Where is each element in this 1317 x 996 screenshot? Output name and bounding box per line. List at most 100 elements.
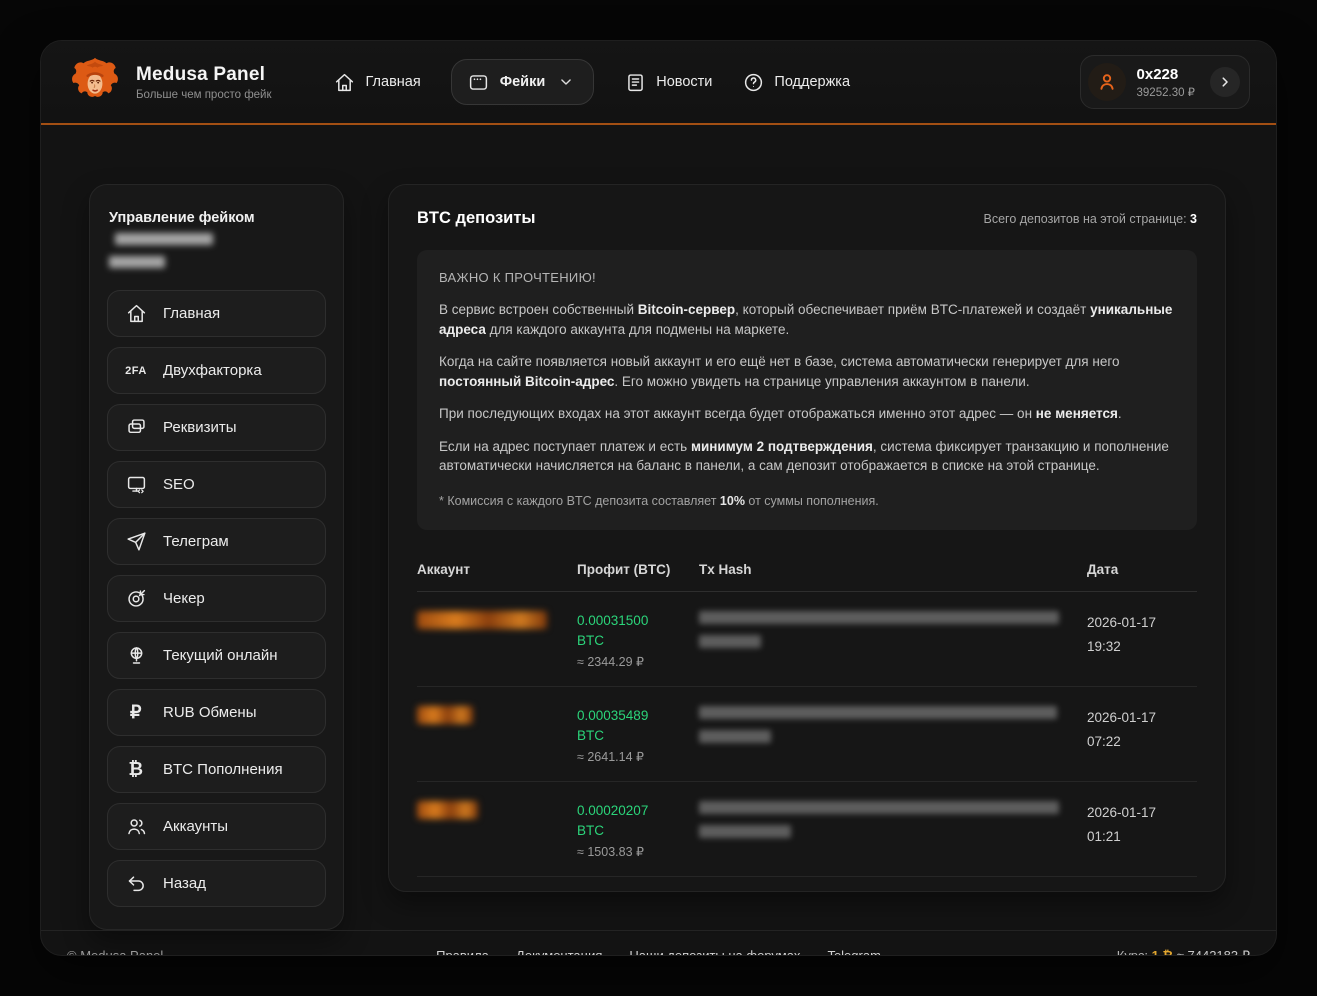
col-date: Дата xyxy=(1087,562,1197,577)
window-icon xyxy=(468,71,490,93)
sidebar-item-requisites[interactable]: Реквизиты xyxy=(107,404,326,451)
notice-paragraph: При последующих входах на этот аккаунт в… xyxy=(439,404,1175,424)
txhash-redacted xyxy=(699,730,771,743)
rate-btc: 1 ₿ xyxy=(1152,948,1173,956)
date-cell: 2026-01-1701:21 xyxy=(1087,801,1197,849)
sidebar-item-label: Текущий онлайн xyxy=(163,647,278,664)
rate-rub: 7442183 ₽ xyxy=(1188,948,1251,956)
deposit-time: 01:21 xyxy=(1087,825,1197,849)
sidebar-item-telegram[interactable]: Телеграм xyxy=(107,518,326,565)
notice-heading: ВАЖНО К ПРОЧТЕНИЮ! xyxy=(439,270,1175,285)
sidebar-item-checker[interactable]: Чекер xyxy=(107,575,326,622)
sidebar: Управление фейком Главная 2FAДвухфакторка… xyxy=(89,184,344,930)
table-row[interactable]: 0.00031500BTC≈ 2344.29 ₽ 2026-01-1719:32 xyxy=(417,592,1197,687)
user-id: 0x228 xyxy=(1137,66,1195,83)
sidebar-item-label: Чекер xyxy=(163,590,205,607)
nav-home-label: Главная xyxy=(366,74,421,90)
profit-btc-value: 0.00031500 xyxy=(577,611,699,631)
sidebar-item-accounts[interactable]: Аккаунты xyxy=(107,803,326,850)
nav-home[interactable]: Главная xyxy=(334,71,421,93)
profit-btc-value: 0.00020207 xyxy=(577,801,699,821)
footer-link-2[interactable]: Наши депозиты на форумах xyxy=(629,948,800,956)
profit-rub-approx: ≈ 1503.83 ₽ xyxy=(577,844,699,859)
deposits-total-value: 3 xyxy=(1190,212,1197,226)
app-title: Medusa Panel xyxy=(136,64,272,86)
col-account: Аккаунт xyxy=(417,562,577,577)
profit-btc-unit: BTC xyxy=(577,726,699,746)
nav-news[interactable]: Новости xyxy=(624,71,712,93)
sidebar-item-label: Аккаунты xyxy=(163,818,228,835)
sidebar-title-redacted xyxy=(115,233,213,245)
profit-cell: 0.00031500BTC≈ 2344.29 ₽ xyxy=(577,611,699,669)
btc-deposits-card: BTC депозиты Всего депозитов на этой стр… xyxy=(388,184,1226,892)
col-txhash: Tx Hash xyxy=(699,562,1087,577)
people-icon xyxy=(124,815,148,839)
sidebar-item-rub-exchanges[interactable]: ₽RUB Обмены xyxy=(107,689,326,736)
sidebar-item-label: Телеграм xyxy=(163,533,229,550)
sidebar-item-2fa[interactable]: 2FAДвухфакторка xyxy=(107,347,326,394)
footer-link-3[interactable]: Telegram xyxy=(827,948,880,956)
sidebar-item-label: SEO xyxy=(163,476,195,493)
paper-plane-icon xyxy=(124,530,148,554)
footer-link-1[interactable]: Документация xyxy=(516,948,603,956)
profit-btc-unit: BTC xyxy=(577,821,699,841)
table-row[interactable]: 0.00035489BTC≈ 2641.14 ₽2026-01-1707:22 xyxy=(417,687,1197,782)
nav-support[interactable]: Поддержка xyxy=(742,71,850,93)
deposit-time: 19:32 xyxy=(1087,635,1197,659)
exchange-rate: Курс: 1 ₿ ≈ 7442183 ₽ xyxy=(881,948,1250,956)
sidebar-item-home[interactable]: Главная xyxy=(107,290,326,337)
deposit-date: 2026-01-17 xyxy=(1087,611,1197,635)
txhash-cell xyxy=(699,801,1087,838)
medusa-logo-icon xyxy=(67,54,123,110)
return-arrow-icon xyxy=(124,872,148,896)
nav-news-label: Новости xyxy=(656,74,712,90)
page-title: BTC депозиты xyxy=(417,209,536,228)
txhash-cell xyxy=(699,706,1087,743)
sidebar-item-label: Главная xyxy=(163,305,220,322)
news-icon xyxy=(624,71,646,93)
profit-btc-value: 0.00035489 xyxy=(577,706,699,726)
sidebar-item-seo[interactable]: SEO xyxy=(107,461,326,508)
date-cell: 2026-01-1719:32 xyxy=(1087,611,1197,659)
notice-paragraph: Если на адрес поступает платеж и есть ми… xyxy=(439,437,1175,476)
txhash-redacted xyxy=(699,635,761,648)
ruble-icon: ₽ xyxy=(124,701,148,725)
deposits-tbody: 0.00031500BTC≈ 2344.29 ₽2026-01-1719:320… xyxy=(417,592,1197,877)
globe-stand-icon xyxy=(124,644,148,668)
nav-fakes-dropdown[interactable]: Фейки xyxy=(451,59,595,105)
footer-links: Правила Документация Наши депозиты на фору… xyxy=(436,948,881,956)
sidebar-item-online[interactable]: Текущий онлайн xyxy=(107,632,326,679)
txhash-redacted xyxy=(699,611,1059,624)
cards-icon xyxy=(124,416,148,440)
main-nav: Главная Фейки Новости Поддержка xyxy=(334,59,851,105)
sidebar-title: Управление фейком xyxy=(109,207,324,274)
table-row[interactable]: 0.00020207BTC ≈ 1503.83 ₽ 2026-01-1701:21 xyxy=(417,782,1197,877)
bitcoin-icon: ₿ xyxy=(124,758,148,782)
date-cell: 2026-01-1707:22 xyxy=(1087,706,1197,754)
deposits-table: Аккаунт Профит (BTC) Tx Hash Дата 0.0003… xyxy=(417,554,1197,877)
deposit-date: 2026-01-17 xyxy=(1087,706,1197,730)
user-chip[interactable]: 0x228 39252.30 ₽ xyxy=(1080,55,1250,109)
sidebar-title-redacted-line2 xyxy=(109,256,165,268)
app-subtitle: Больше чем просто фейк xyxy=(136,89,272,101)
sidebar-item-label: BTC Пополнения xyxy=(163,761,283,778)
txhash-redacted xyxy=(699,825,791,838)
notice-paragraph: В сервис встроен собственный Bitcoin-сер… xyxy=(439,300,1175,339)
account-redacted xyxy=(417,611,547,629)
account-redacted xyxy=(417,706,473,724)
sidebar-item-label: Реквизиты xyxy=(163,419,237,436)
monitor-icon xyxy=(124,473,148,497)
user-expand-button[interactable] xyxy=(1210,67,1240,97)
home-icon xyxy=(334,71,356,93)
footer-link-0[interactable]: Правила xyxy=(436,948,489,956)
account-redacted xyxy=(417,801,478,819)
sidebar-title-text: Управление фейком xyxy=(109,210,255,226)
sidebar-item-back[interactable]: Назад xyxy=(107,860,326,907)
topbar: Medusa Panel Больше чем просто фейк Глав… xyxy=(41,41,1276,125)
profit-rub-approx: ≈ 2344.29 ₽ xyxy=(577,654,699,669)
notice-body: В сервис встроен собственный Bitcoin-сер… xyxy=(439,300,1175,510)
rate-approx: ≈ xyxy=(1177,948,1184,956)
nav-fakes-label: Фейки xyxy=(500,74,546,90)
sidebar-item-btc-deposits[interactable]: ₿ BTC Пополнения xyxy=(107,746,326,793)
notice-paragraph: Когда на сайте появляется новый аккаунт … xyxy=(439,352,1175,391)
